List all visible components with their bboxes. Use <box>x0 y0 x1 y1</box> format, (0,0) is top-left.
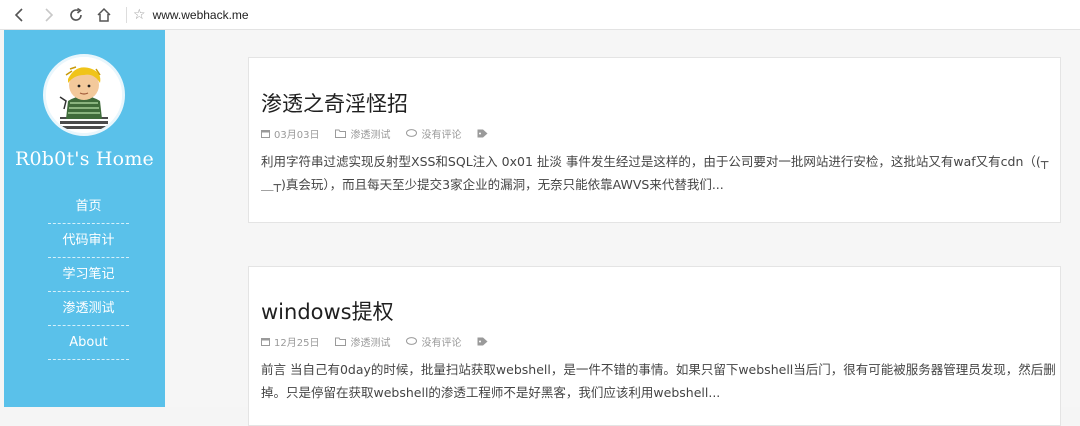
folder-icon <box>335 337 347 346</box>
post-card: 渗透之奇淫怪招 03月03日 渗透测试 没有评论 利用字符串过滤实现反射型XSS… <box>248 57 1061 223</box>
post-meta: 03月03日 渗透测试 没有评论 <box>261 126 508 141</box>
sidebar-menu: 首页 代码审计 学习笔记 渗透测试 About <box>48 190 129 360</box>
post-date-text: 12月25日 <box>274 338 320 349</box>
post-comments[interactable]: 没有评论 <box>406 334 461 349</box>
sidebar-item-pentest[interactable]: 渗透测试 <box>48 292 129 326</box>
address-bar[interactable]: www.webhack.me <box>153 8 249 22</box>
post-date: 03月03日 <box>261 126 319 141</box>
post-meta: 12月25日 渗透测试 没有评论 <box>261 334 508 349</box>
post-excerpt: 利用字符串过滤实现反射型XSS和SQL注入 0x01 扯淡 事件发生经过是这样的… <box>261 154 1049 192</box>
avatar-illustration <box>46 57 122 133</box>
comment-icon <box>406 129 418 137</box>
back-arrow-icon[interactable] <box>6 0 34 30</box>
post-date: 12月25日 <box>261 334 319 349</box>
sidebar-item-home[interactable]: 首页 <box>48 190 129 224</box>
post-comments-text: 没有评论 <box>421 130 462 141</box>
star-icon[interactable]: ☆ <box>133 7 146 23</box>
reload-icon[interactable] <box>62 0 90 30</box>
sidebar-item-study-notes[interactable]: 学习笔记 <box>48 258 129 292</box>
post-comments-text: 没有评论 <box>421 338 462 349</box>
post-category-text: 渗透测试 <box>350 338 391 349</box>
home-icon[interactable] <box>90 0 118 30</box>
calendar-icon <box>261 130 270 138</box>
sidebar: R0b0t's Home 首页 代码审计 学习笔记 渗透测试 About <box>4 30 165 407</box>
sidebar-item-about[interactable]: About <box>48 326 129 360</box>
site-title[interactable]: R0b0t's Home <box>4 148 165 170</box>
post-category[interactable]: 渗透测试 <box>335 334 390 349</box>
post-category[interactable]: 渗透测试 <box>335 126 390 141</box>
tag-icon[interactable] <box>477 337 492 346</box>
avatar[interactable] <box>43 54 125 136</box>
post-card: windows提权 12月25日 渗透测试 没有评论 前言 当自己有0day的时… <box>248 266 1061 426</box>
post-list: 渗透之奇淫怪招 03月03日 渗透测试 没有评论 利用字符串过滤实现反射型XSS… <box>165 30 1080 426</box>
post-comments[interactable]: 没有评论 <box>406 126 461 141</box>
browser-toolbar: ☆ www.webhack.me <box>0 0 1080 30</box>
forward-arrow-icon[interactable] <box>34 0 62 30</box>
sidebar-item-code-audit[interactable]: 代码审计 <box>48 224 129 258</box>
post-date-text: 03月03日 <box>274 130 320 141</box>
post-title[interactable]: windows提权 <box>261 296 394 326</box>
comment-icon <box>406 337 418 345</box>
calendar-icon <box>261 338 270 346</box>
tag-icon[interactable] <box>477 129 492 138</box>
post-category-text: 渗透测试 <box>350 130 391 141</box>
post-excerpt: 前言 当自己有0day的时候，批量扫站获取webshell，是一件不错的事情。如… <box>261 362 1056 400</box>
toolbar-divider <box>126 6 127 23</box>
post-title[interactable]: 渗透之奇淫怪招 <box>261 88 408 118</box>
folder-icon <box>335 129 347 138</box>
